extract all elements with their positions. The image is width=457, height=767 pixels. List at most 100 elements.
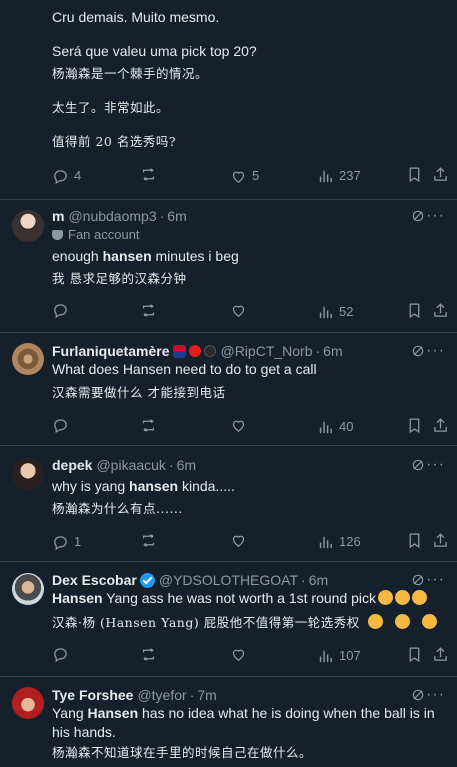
views-count: 237 [339, 168, 361, 183]
bookmark-button[interactable] [406, 417, 428, 434]
post-1[interactable]: m @nubdaomp3 · 6m ··· Fan account enough… [0, 200, 457, 333]
like-count: 5 [252, 168, 260, 183]
post-5[interactable]: Tye Forshee @tyefor · 7m ··· Yang Hansen… [0, 677, 457, 767]
reply-icon [54, 169, 67, 184]
like-button[interactable]: 5 [230, 166, 259, 186]
more-options-icon[interactable]: ··· [426, 457, 445, 473]
timestamp[interactable]: 6m [323, 342, 342, 360]
grok-icon[interactable] [411, 344, 425, 358]
bookmark-icon [409, 167, 420, 183]
timestamp[interactable]: 6m [309, 571, 328, 589]
share-button[interactable] [432, 417, 454, 434]
bookmark-button[interactable] [406, 532, 428, 549]
reply-button[interactable]: 4 [52, 166, 81, 186]
views-button[interactable]: 107 [317, 646, 361, 666]
laughing-emoji-icon [421, 614, 437, 629]
post-2-text: What does Hansen need to do to get a cal… [52, 361, 317, 377]
repost-icon [142, 304, 155, 317]
author-name[interactable]: Furlaniquetamère [52, 342, 169, 360]
fan-account-label: Fan account [52, 227, 140, 242]
avatar[interactable] [12, 573, 44, 605]
reply-icon [54, 419, 67, 434]
share-button[interactable] [432, 302, 454, 319]
repost-button[interactable] [140, 302, 162, 319]
post-0[interactable]: Cru demais. Muito mesmo. Será que valeu … [0, 0, 457, 200]
author-handle[interactable]: @YDSOLOTHEGOAT [159, 571, 298, 589]
more-options-icon[interactable]: ··· [426, 343, 445, 359]
views-count: 126 [339, 534, 361, 549]
avatar[interactable] [12, 458, 44, 490]
share-button[interactable] [432, 532, 454, 549]
post-1-text: enough hansen minutes i beg [52, 247, 443, 266]
avatar[interactable] [12, 343, 44, 375]
reply-button[interactable] [52, 417, 74, 434]
like-button[interactable] [230, 302, 252, 319]
post-0-actions: 4 5 237 [52, 166, 450, 186]
grok-icon[interactable] [411, 688, 425, 702]
post-3-translation: 杨瀚森为什么有点...... [52, 501, 183, 516]
views-icon [319, 536, 332, 548]
grok-icon[interactable] [411, 573, 425, 587]
views-button[interactable]: 237 [317, 166, 361, 186]
share-button[interactable] [432, 166, 454, 183]
text-part: kinda..... [178, 478, 235, 494]
post-0-line-1: Cru demais. Muito mesmo. [52, 9, 220, 25]
repost-button[interactable] [140, 646, 162, 663]
bookmark-button[interactable] [406, 166, 428, 183]
text-part: why is yang [52, 478, 130, 494]
post-1-header: m @nubdaomp3 · 6m [52, 207, 187, 225]
timestamp[interactable]: 6m [167, 207, 186, 225]
avatar[interactable] [12, 687, 44, 719]
timestamp[interactable]: 6m [177, 456, 196, 474]
repost-button[interactable] [140, 532, 162, 549]
author-handle[interactable]: @tyefor [137, 686, 186, 704]
post-1-translation: 我 恳求足够的汉森分钟 [52, 271, 187, 286]
post-3-text: why is yang hansen kinda..... [52, 477, 443, 496]
post-3[interactable]: depek @pikaacuk · 6m ··· why is yang han… [0, 446, 457, 562]
heart-icon [232, 420, 245, 432]
repost-button[interactable] [140, 166, 162, 183]
views-button[interactable]: 126 [317, 532, 361, 552]
author-handle[interactable]: @nubdaomp3 [68, 207, 156, 225]
author-name[interactable]: m [52, 207, 64, 225]
avatar[interactable] [12, 210, 44, 242]
more-options-icon[interactable]: ··· [426, 572, 445, 588]
post-4[interactable]: Dex Escobar @YDSOLOTHEGOAT · 6m ··· Hans… [0, 562, 457, 677]
bookmark-button[interactable] [406, 302, 428, 319]
repost-button[interactable] [140, 417, 162, 434]
reply-button[interactable] [52, 646, 74, 663]
author-name[interactable]: depek [52, 456, 92, 474]
share-icon [434, 167, 447, 181]
like-button[interactable] [230, 417, 252, 434]
like-button[interactable] [230, 532, 252, 549]
highlighted-term: Hansen [87, 705, 139, 721]
timestamp[interactable]: 7m [197, 686, 216, 704]
post-2[interactable]: Furlaniquetamère @RipCT_Norb · 6m ··· Wh… [0, 333, 457, 446]
author-handle[interactable]: @RipCT_Norb [220, 342, 312, 360]
share-button[interactable] [432, 646, 454, 663]
grok-icon[interactable] [411, 458, 425, 472]
reply-button[interactable]: 1 [52, 532, 81, 552]
author-name[interactable]: Tye Forshee [52, 686, 133, 704]
text-part: Yang ass he was not worth a 1st round pi… [102, 590, 376, 606]
views-count: 40 [339, 419, 354, 434]
post-4-actions: 107 [52, 646, 450, 666]
reply-icon [54, 535, 67, 550]
share-icon [434, 533, 447, 547]
separator-dot: · [159, 208, 165, 224]
author-handle[interactable]: @pikaacuk [96, 456, 165, 474]
post-0-line-4: 太生了。非常如此。 [52, 100, 170, 115]
reply-button[interactable] [52, 302, 74, 319]
mask-icon [52, 229, 63, 240]
heart-icon [232, 171, 245, 183]
more-options-icon[interactable]: ··· [426, 208, 445, 224]
views-button[interactable]: 52 [317, 302, 353, 322]
author-name[interactable]: Dex Escobar [52, 571, 137, 589]
flag-badge-icon [173, 344, 187, 358]
grok-icon[interactable] [411, 209, 425, 223]
bookmark-button[interactable] [406, 646, 428, 663]
more-options-icon[interactable]: ··· [426, 687, 445, 703]
views-button[interactable]: 40 [317, 417, 353, 437]
like-button[interactable] [230, 646, 252, 663]
text-part: enough [52, 248, 103, 264]
